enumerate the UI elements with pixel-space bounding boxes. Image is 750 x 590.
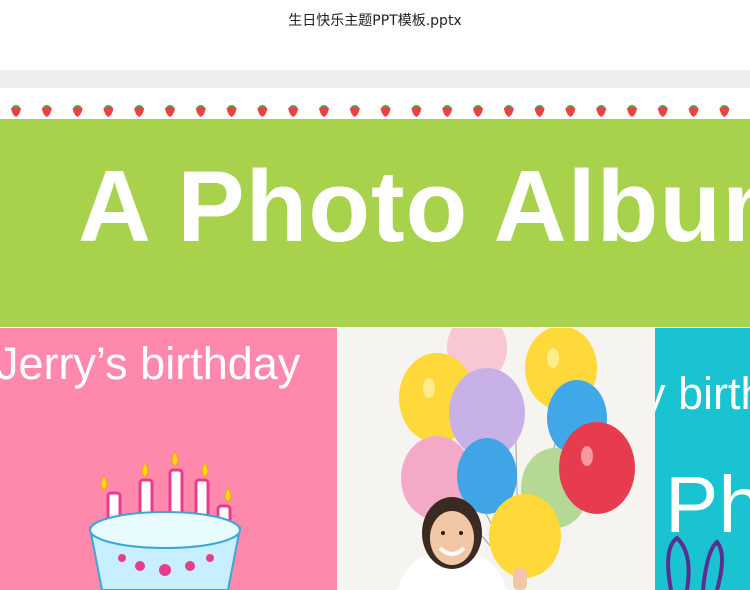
strawberry-icon [473,105,483,117]
strawberry-icon [41,105,52,117]
slide-canvas: A Photo Album Jerry’s birthday birt Ph [0,90,750,590]
balloon-photo-panel [337,328,655,590]
strawberry-icon [657,105,668,117]
teal-photo-panel: y birthday Ph [655,328,750,590]
strawberry-icon [257,105,268,117]
strawberry-border [0,90,750,118]
strawberry-icon [719,105,730,117]
strawberry-icon [134,105,145,117]
strawberry-icon [442,105,453,117]
strawberry-icon [503,105,514,117]
balloons-icon [397,328,635,590]
strawberry-icon [103,105,114,117]
strawberry-icon [596,105,607,117]
window-titlebar: 生日快乐主题PPT模板.pptx [0,0,750,70]
strawberry-icon-row [11,105,730,117]
strawberry-icon [195,105,206,117]
pink-photo-panel: Jerry’s birthday [0,328,337,590]
strawberry-icon [319,105,329,117]
strawberry-icon [288,105,299,117]
title-band: A Photo Album [0,119,750,327]
strawberry-icon [534,105,545,117]
toolbar-strip [0,70,750,88]
strawberry-icon [349,105,360,117]
strawberry-icon [565,105,576,117]
strawberry-icon [411,105,422,117]
slide-headline: A Photo Album [78,151,750,263]
strawberry-icon [165,105,175,117]
strawberry-icon [72,105,83,117]
strawberry-icon [11,105,21,117]
strawberry-icon [226,105,237,117]
strawberry-icon [380,105,391,117]
bunny-ears-icon [666,535,724,590]
strawberry-icon [627,105,637,117]
window-title: 生日快乐主题PPT模板.pptx [288,13,462,29]
birthday-cake-icon [88,451,242,590]
strawberry-icon [688,105,699,117]
